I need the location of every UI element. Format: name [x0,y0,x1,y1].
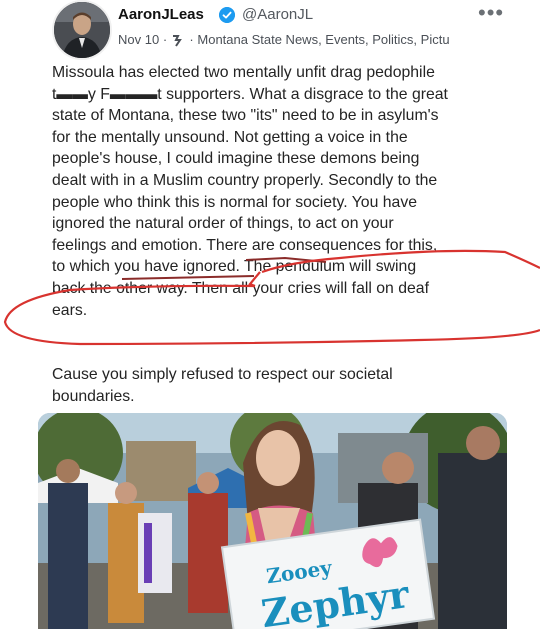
tags-icon [172,34,182,47]
post-tags[interactable]: Montana State News, Events, Politics, Pi… [197,32,449,47]
more-options-icon[interactable]: ••• [478,0,504,26]
meta-separator: · [162,32,168,48]
author-handle[interactable]: @AaronJL [242,6,313,23]
post-meta: Nov 10 · · Montana State News, Events, P… [118,31,450,47]
post-date[interactable]: Nov 10 [118,32,159,47]
rally-photo: Zooey Zephyr [38,413,507,629]
social-post: AaronJLeas @AaronJL ••• Nov 10 · · Monta… [0,0,540,629]
author-avatar[interactable] [52,0,112,60]
post-closing-text: Cause you simply refused to respect our … [52,366,393,405]
avatar-photo [54,2,110,58]
meta-separator: · [189,32,194,48]
verified-badge-icon [219,7,235,23]
author-name[interactable]: AaronJLeas [118,6,204,23]
post-body: Missoula has elected two mentally unfit … [52,64,448,319]
post-image[interactable]: Zooey Zephyr [38,413,507,629]
